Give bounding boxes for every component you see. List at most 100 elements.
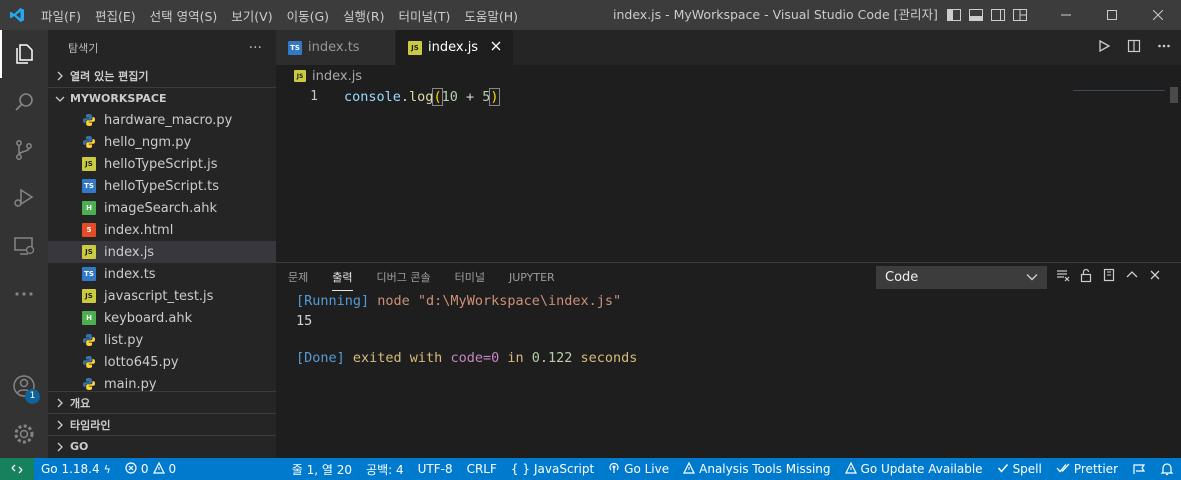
braces-icon: { }	[510, 462, 530, 476]
file-item[interactable]: list.py	[48, 329, 276, 351]
remote-explorer-icon[interactable]	[0, 222, 48, 270]
search-icon[interactable]	[0, 78, 48, 126]
spell-checker[interactable]: Spell	[990, 462, 1049, 477]
lock-scroll-icon[interactable]	[1078, 267, 1094, 287]
file-item[interactable]: hardware_macro.py	[48, 109, 276, 131]
end-of-line[interactable]: CRLF	[460, 462, 504, 476]
open-editors-section[interactable]: 열려 있는 편집기	[48, 65, 276, 87]
chevron-down-icon	[1026, 270, 1038, 285]
menu-terminal[interactable]: 터미널(T)	[392, 6, 458, 25]
close-panel-icon[interactable]	[1147, 267, 1163, 287]
file-item[interactable]: lotto645.py	[48, 351, 276, 373]
scrollbar[interactable]	[1170, 87, 1178, 103]
more-icon[interactable]	[0, 270, 48, 318]
title-bar: 파일(F) 편집(E) 선택 영역(S) 보기(V) 이동(G) 실행(R) 터…	[0, 0, 1181, 30]
go-section[interactable]: GO	[48, 435, 276, 457]
chevron-right-icon	[52, 442, 68, 452]
breadcrumb[interactable]: JS index.js	[276, 65, 1181, 87]
go-label: GO	[70, 440, 89, 453]
toggle-secondary-sidebar-icon[interactable]	[990, 7, 1006, 23]
more-actions-icon[interactable]	[1157, 39, 1171, 57]
typescript-file-icon: TS	[82, 267, 96, 281]
menu-file[interactable]: 파일(F)	[34, 6, 88, 25]
chevron-right-icon	[52, 420, 68, 430]
menu-help[interactable]: 도움말(H)	[457, 6, 525, 25]
analysis-tools-warning[interactable]: Analysis Tools Missing	[676, 461, 837, 477]
file-name: index.ts	[104, 266, 156, 282]
bottom-panel: 문제 출력 디버그 콘솔 터미널 JUPYTER Code [Running] …	[276, 262, 1181, 458]
file-item[interactable]: JS index.js	[48, 241, 276, 263]
explorer-icon[interactable]	[0, 30, 48, 78]
minimize-icon[interactable]	[1043, 0, 1089, 30]
go-update-warning[interactable]: Go Update Available	[838, 461, 990, 477]
tab-index-ts[interactable]: TS index.ts	[276, 30, 396, 65]
menu-run[interactable]: 실행(R)	[336, 6, 391, 25]
go-live-button[interactable]: Go Live	[601, 462, 676, 477]
file-item[interactable]: Hkeyboard.ahk	[48, 307, 276, 329]
panel-actions	[1055, 263, 1163, 291]
tab-output[interactable]: 출력	[332, 263, 353, 291]
maximize-panel-icon[interactable]	[1124, 267, 1140, 287]
breadcrumb-file[interactable]: index.js	[312, 69, 362, 84]
go-version[interactable]: Go 1.18.4 ϟ	[34, 462, 118, 476]
file-tree: hardware_macro.py hello_ngm.py JS helloType…	[48, 109, 276, 395]
language-mode[interactable]: { } JavaScript	[504, 462, 601, 476]
file-item[interactable]: HimageSearch.ahk	[48, 197, 276, 219]
source-control-icon[interactable]	[0, 126, 48, 174]
file-name: main.py	[104, 376, 157, 392]
menu-go[interactable]: 이동(G)	[280, 6, 336, 25]
tab-label: index.ts	[308, 40, 360, 55]
file-item[interactable]: JS javascript_test.js	[48, 285, 276, 307]
menu-view[interactable]: 보기(V)	[224, 6, 279, 25]
customize-layout-icon[interactable]	[1012, 7, 1028, 23]
tab-index-js[interactable]: JS index.js	[396, 30, 514, 65]
autohotkey-file-icon: H	[82, 201, 96, 215]
tab-jupyter[interactable]: JUPYTER	[509, 263, 555, 291]
menu-selection[interactable]: 선택 영역(S)	[143, 6, 225, 25]
output-channel-value: Code	[885, 270, 919, 285]
javascript-file-icon: JS	[82, 245, 96, 259]
maximize-icon[interactable]	[1089, 0, 1135, 30]
code-text: console.log(10 + 5)	[344, 87, 500, 106]
explorer-more-icon[interactable]: ···	[249, 40, 262, 56]
file-item[interactable]: TS index.ts	[48, 263, 276, 285]
toggle-panel-icon[interactable]	[968, 7, 984, 23]
file-item[interactable]: hello_ngm.py	[48, 131, 276, 153]
split-editor-icon[interactable]	[1127, 39, 1141, 57]
file-item[interactable]: 5 index.html	[48, 219, 276, 241]
notifications-bell-icon[interactable]	[1153, 462, 1181, 476]
toggle-sidebar-icon[interactable]	[946, 7, 962, 23]
open-log-file-icon[interactable]	[1101, 267, 1117, 287]
indentation[interactable]: 공백: 4	[359, 461, 411, 478]
tab-label: index.js	[428, 40, 479, 55]
code-editor[interactable]: 1 console.log(10 + 5)	[276, 87, 1181, 262]
remote-indicator-icon[interactable]	[0, 458, 34, 480]
workspace-section[interactable]: MYWORKSPACE	[48, 87, 276, 109]
settings-gear-icon[interactable]	[0, 410, 48, 458]
minimap[interactable]	[1073, 90, 1165, 91]
timeline-section[interactable]: 타임라인	[48, 413, 276, 435]
tab-debug-console[interactable]: 디버그 콘솔	[377, 263, 431, 291]
status-bar: Go 1.18.4 ϟ 0 0 줄 1, 열 20 공백: 4 UTF-8 CRL…	[0, 458, 1181, 480]
tab-problems[interactable]: 문제	[288, 263, 308, 291]
problems-indicator[interactable]: 0 0	[118, 461, 183, 477]
output-line-result: 15	[296, 313, 313, 329]
file-item[interactable]: TS helloTypeScript.ts	[48, 175, 276, 197]
outline-section[interactable]: 개요	[48, 391, 276, 413]
encoding[interactable]: UTF-8	[411, 462, 460, 476]
menu-edit[interactable]: 편집(E)	[88, 6, 143, 25]
feedback-icon[interactable]	[1125, 462, 1153, 476]
run-debug-icon[interactable]	[0, 174, 48, 222]
clear-output-icon[interactable]	[1055, 267, 1071, 287]
output-channel-select[interactable]: Code	[876, 266, 1047, 289]
tab-terminal[interactable]: 터미널	[455, 263, 485, 291]
close-window-icon[interactable]	[1135, 0, 1181, 30]
close-tab-icon[interactable]	[491, 40, 501, 55]
cursor-position[interactable]: 줄 1, 열 20	[285, 461, 359, 478]
file-item[interactable]: JS helloTypeScript.js	[48, 153, 276, 175]
accounts-icon[interactable]: 1	[0, 362, 48, 410]
run-code-icon[interactable]	[1097, 39, 1111, 57]
warning-count: 0	[168, 462, 177, 476]
prettier-status[interactable]: Prettier	[1049, 462, 1125, 477]
python-file-icon	[82, 333, 96, 347]
